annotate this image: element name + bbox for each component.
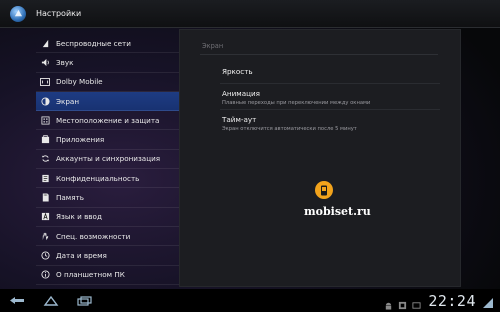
setting-summary: Плавные переходы при переключении между … xyxy=(222,100,371,106)
action-bar: Настройки xyxy=(0,0,500,28)
sidebar-item-sound[interactable]: Звук xyxy=(36,53,180,73)
sidebar-item-location-security[interactable]: Местоположение и защита xyxy=(36,111,180,131)
setting-title: Яркость xyxy=(222,67,253,76)
sidebar-item-label: Беспроводные сети xyxy=(56,38,131,48)
recent-apps-icon xyxy=(77,291,93,310)
sidebar-item-label: Dolby Mobile xyxy=(56,77,103,87)
back-button[interactable] xyxy=(6,294,28,308)
apps-icon xyxy=(40,135,50,145)
sidebar-item-dolby[interactable]: Dolby Mobile xyxy=(36,73,180,92)
sidebar-item-language-input[interactable]: Язык и ввод xyxy=(36,208,180,227)
watermark-logo-icon xyxy=(315,181,333,199)
sidebar-item-label: Конфиденциальность xyxy=(56,173,140,183)
sidebar-item-apps[interactable]: Приложения xyxy=(36,130,180,150)
setting-title: Анимация xyxy=(222,89,261,98)
sidebar-item-label: Аккаунты и синхронизация xyxy=(56,154,161,164)
sidebar-item-label: Звук xyxy=(56,57,74,67)
home-icon xyxy=(43,291,59,310)
system-bar: 22:24 xyxy=(0,289,500,312)
setting-brightness[interactable]: Яркость xyxy=(222,67,452,76)
recent-apps-button[interactable] xyxy=(74,294,96,308)
brightness-icon xyxy=(40,96,50,106)
page-title: Настройки xyxy=(36,9,82,18)
setting-summary: Экран отключится автоматически после 5 м… xyxy=(222,126,357,132)
sidebar-item-label: Дата и время xyxy=(56,250,107,260)
android-debug-icon xyxy=(384,295,393,312)
storage-icon xyxy=(40,193,50,203)
signal-icon xyxy=(482,294,494,312)
home-button[interactable] xyxy=(40,294,62,308)
dolby-icon xyxy=(40,77,50,87)
info-icon xyxy=(40,270,50,280)
sync-icon xyxy=(40,154,50,164)
sidebar-item-label: Спец. возможности xyxy=(56,231,131,241)
accessibility-icon xyxy=(40,231,50,241)
divider xyxy=(200,54,438,55)
sidebar-item-label: Память xyxy=(56,193,84,203)
panel-header: Экран xyxy=(202,42,224,50)
sidebar-item-accounts-sync[interactable]: Аккаунты и синхронизация xyxy=(36,150,180,170)
sidebar-item-label: Язык и ввод xyxy=(56,212,102,222)
sidebar-item-label: Местоположение и защита xyxy=(56,115,160,125)
sidebar-item-wireless[interactable]: Беспроводные сети xyxy=(36,34,180,54)
watermark-text: mobiset.ru xyxy=(304,205,371,218)
volume-icon xyxy=(40,57,50,67)
status-icons xyxy=(384,295,421,312)
clock-icon xyxy=(40,250,50,260)
wifi-icon xyxy=(40,38,50,48)
sidebar-item-about[interactable]: О планшетном ПК xyxy=(36,266,180,285)
settings-category-list: Беспроводные сети Звук Dolby Mobile Экра… xyxy=(36,34,180,285)
sidebar-item-label: Экран xyxy=(56,96,80,106)
sidebar-item-privacy[interactable]: Конфиденциальность xyxy=(36,169,180,189)
sidebar-item-storage[interactable]: Память xyxy=(36,188,180,208)
sidebar-item-display[interactable]: Экран xyxy=(36,91,180,112)
setting-animation[interactable]: Анимация Плавные переходы при переключен… xyxy=(222,89,452,106)
clock[interactable]: 22:24 xyxy=(428,292,476,310)
settings-app-icon[interactable] xyxy=(10,5,26,22)
display-settings-panel: Экран Яркость Анимация Плавные переходы … xyxy=(180,30,460,286)
privacy-icon xyxy=(40,173,50,183)
setting-title: Тайм-аут xyxy=(222,115,257,124)
sidebar-item-label: Приложения xyxy=(56,135,105,145)
sidebar-item-accessibility[interactable]: Спец. возможности xyxy=(36,227,180,247)
screenshot-icon xyxy=(412,295,421,312)
divider xyxy=(220,109,440,110)
notification-icon xyxy=(398,295,407,312)
sidebar-item-date-time[interactable]: Дата и время xyxy=(36,246,180,266)
language-icon xyxy=(40,212,50,222)
setting-timeout[interactable]: Тайм-аут Экран отключится автоматически … xyxy=(222,115,452,132)
divider xyxy=(220,83,440,84)
location-security-icon xyxy=(40,115,50,125)
sidebar-item-label: О планшетном ПК xyxy=(56,270,125,280)
